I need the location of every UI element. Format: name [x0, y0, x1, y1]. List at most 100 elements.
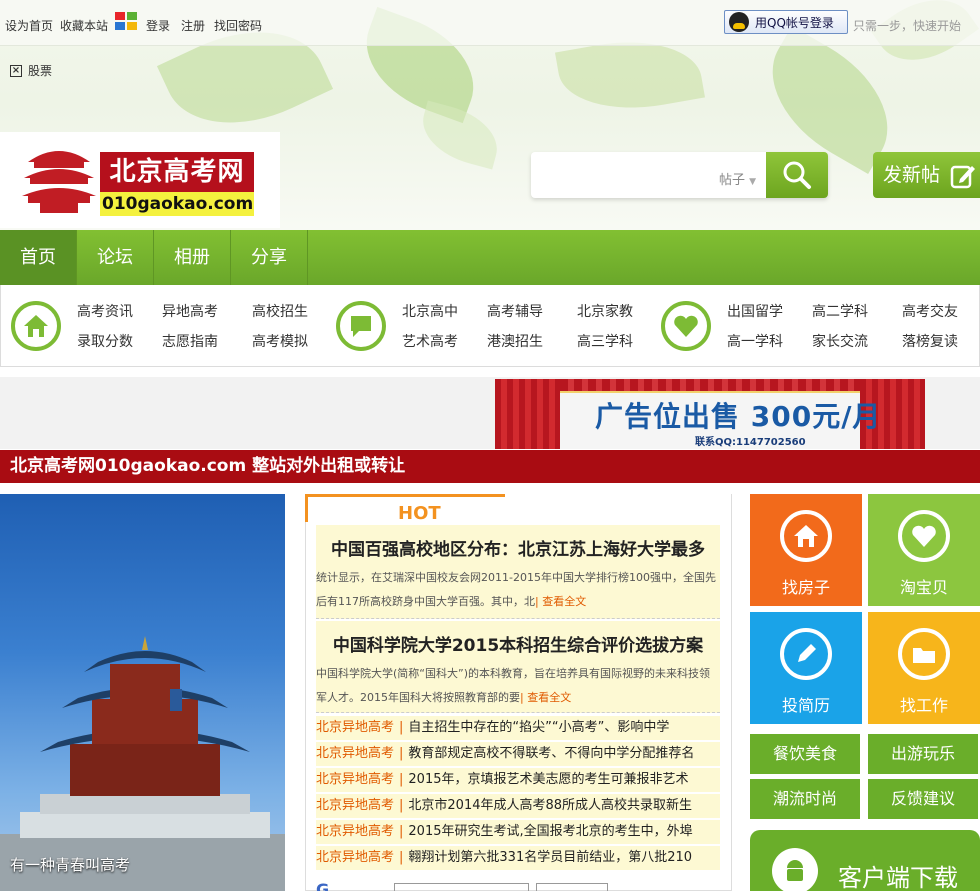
quick-link[interactable]: 高考交友: [902, 301, 958, 321]
nav-tab-share[interactable]: 分享: [231, 230, 308, 285]
recover-password-link[interactable]: 找回密码: [214, 17, 262, 34]
quick-link[interactable]: 北京高中: [402, 301, 458, 321]
logo-domain: 010gaokao.com: [100, 192, 254, 216]
set-home-link[interactable]: 设为首页: [5, 17, 53, 34]
site-logo[interactable]: 北京高考网 010gaokao.com: [0, 132, 280, 228]
news-title[interactable]: 翱翔计划第六批331名学员目前结业，第八批210: [408, 850, 692, 865]
android-icon: [772, 848, 818, 891]
tile-food[interactable]: 餐饮美食: [750, 734, 860, 774]
featured-title[interactable]: 中国科学院大学2015本科招生综合评价选拔方案: [316, 621, 720, 656]
tile-find-house[interactable]: 找房子: [750, 494, 862, 606]
register-link[interactable]: 注册: [181, 17, 205, 34]
quick-link[interactable]: 高考辅导: [487, 301, 543, 321]
home-icon: [11, 301, 61, 351]
featured-title[interactable]: 中国百强高校地区分布：北京江苏上海好大学最多: [316, 525, 720, 560]
tile-label: 投简历: [781, 696, 830, 715]
ad-banner[interactable]: 广告位出售 300元/月 联系QQ:1147702560: [495, 379, 925, 449]
client-download-button[interactable]: 客户端下载: [750, 830, 980, 891]
google-search-input[interactable]: [394, 883, 529, 891]
news-title[interactable]: 教育部规定高校不得联考、不得向中学分配推荐名: [408, 746, 694, 761]
quick-link[interactable]: 北京家教: [577, 301, 633, 321]
nav-tab-home[interactable]: 首页: [0, 230, 77, 285]
news-title[interactable]: 北京市2014年成人高考88所成人高校共录取新生: [408, 798, 692, 813]
search-type-select[interactable]: 帖子 ▼: [719, 169, 756, 188]
curtain-left: [495, 379, 560, 449]
news-item[interactable]: 北京异地高考 | 北京市2014年成人高考88所成人高校共录取新生: [316, 794, 720, 818]
news-category[interactable]: 北京异地高考: [316, 798, 394, 813]
search-icon: [783, 161, 811, 189]
quick-link[interactable]: 落榜复读: [902, 331, 958, 351]
stocks-toggle[interactable]: × 股票: [10, 62, 52, 79]
news-category[interactable]: 北京异地高考: [316, 850, 394, 865]
google-search-bar: G: [316, 880, 720, 891]
theme-switch-icon[interactable]: [115, 12, 137, 30]
qq-login-label: 用QQ帐号登录: [755, 15, 834, 30]
tile-submit-resume[interactable]: 投简历: [750, 612, 862, 724]
quick-link[interactable]: 出国留学: [727, 301, 783, 321]
chevron-down-icon: ▼: [749, 177, 757, 187]
news-item[interactable]: 北京异地高考 | 教育部规定高校不得联考、不得向中学分配推荐名: [316, 742, 720, 766]
quick-link[interactable]: 高二学科: [812, 301, 868, 321]
logo-name: 北京高考网: [100, 152, 254, 192]
news-title[interactable]: 2015年，京填报艺术美志愿的考生可兼报非艺术: [408, 772, 688, 787]
tile-travel[interactable]: 出游玩乐: [868, 734, 978, 774]
nav-tab-album[interactable]: 相册: [154, 230, 231, 285]
quick-link[interactable]: 异地高考: [162, 301, 218, 321]
new-post-label: 发新帖: [883, 164, 941, 186]
tile-find-job[interactable]: 找工作: [868, 612, 980, 724]
tile-fashion[interactable]: 潮流时尚: [750, 779, 860, 819]
news-item[interactable]: 北京异地高考 | 自主招生中存在的“掐尖”“小高考”、影响中学: [316, 716, 720, 740]
slideshow-photo[interactable]: 有一种青春叫高考: [0, 494, 285, 891]
bookmark-link[interactable]: 收藏本站: [60, 17, 108, 34]
google-logo-icon: G: [316, 880, 330, 891]
temple-photo: [0, 636, 285, 891]
tile-shopping[interactable]: 淘宝贝: [868, 494, 980, 606]
quick-link[interactable]: 艺术高考: [402, 331, 458, 351]
close-icon[interactable]: ×: [10, 64, 22, 77]
quick-link[interactable]: 录取分数: [77, 331, 133, 351]
qq-login-button[interactable]: 用QQ帐号登录: [724, 10, 848, 34]
quick-link[interactable]: 港澳招生: [487, 331, 543, 351]
quick-link[interactable]: 高三学科: [577, 331, 633, 351]
search-button[interactable]: [766, 152, 828, 198]
featured-article[interactable]: 中国百强高校地区分布：北京江苏上海好大学最多 统计显示，在艾瑞深中国校友会网20…: [316, 525, 720, 619]
news-item[interactable]: 北京异地高考 | 2015年研究生考试,全国报考北京的考生中，外埠: [316, 820, 720, 844]
news-title[interactable]: 自主招生中存在的“掐尖”“小高考”、影响中学: [408, 720, 669, 735]
tile-feedback[interactable]: 反馈建议: [868, 779, 978, 819]
ad-text: 广告位出售 300元/月: [595, 400, 882, 433]
tile-label: 找房子: [781, 578, 830, 597]
notice-banner[interactable]: 北京高考网010gaokao.com 整站对外出租或转让: [0, 450, 980, 483]
quick-link[interactable]: 志愿指南: [162, 331, 218, 351]
news-category[interactable]: 北京异地高考: [316, 772, 394, 787]
new-post-button[interactable]: 发新帖: [873, 152, 980, 198]
nav-tab-forum[interactable]: 论坛: [77, 230, 154, 285]
quick-link[interactable]: 高校招生: [252, 301, 308, 321]
chat-bubble-icon: [336, 301, 386, 351]
quick-link[interactable]: 高考资讯: [77, 301, 133, 321]
news-category[interactable]: 北京异地高考: [316, 720, 394, 735]
news-item[interactable]: 北京异地高考 | 翱翔计划第六批331名学员目前结业，第八批210: [316, 846, 720, 870]
tile-label: 找工作: [899, 696, 948, 715]
read-more-link[interactable]: | 查看全文: [535, 595, 586, 608]
search-type-label: 帖子: [719, 173, 746, 188]
heart-icon: [661, 301, 711, 351]
quick-link[interactable]: 家长交流: [812, 331, 868, 351]
quick-link[interactable]: 高考模拟: [252, 331, 308, 351]
folder-icon: [898, 628, 950, 680]
news-category[interactable]: 北京异地高考: [316, 824, 394, 839]
house-icon: [780, 510, 832, 562]
edit-icon: [950, 165, 975, 189]
quick-link[interactable]: 高一学科: [727, 331, 783, 351]
login-link[interactable]: 登录: [146, 17, 170, 34]
news-title[interactable]: 2015年研究生考试,全国报考北京的考生中，外埠: [408, 824, 692, 839]
photo-caption: 有一种青春叫高考: [10, 856, 131, 874]
read-more-link[interactable]: | 查看全文: [520, 691, 571, 704]
google-search-select[interactable]: [536, 883, 608, 891]
top-bar: 设为首页 收藏本站 登录 注册 找回密码 用QQ帐号登录 只需一步，快速开始: [0, 0, 980, 46]
featured-article[interactable]: 中国科学院大学2015本科招生综合评价选拔方案 中国科学院大学(简称“国科大”)…: [316, 621, 720, 713]
news-item[interactable]: 北京异地高考 | 2015年，京填报艺术美志愿的考生可兼报非艺术: [316, 768, 720, 792]
featured-summary: 统计显示，在艾瑞深中国校友会网2011-2015年中国大学排行榜100强中，全国…: [316, 571, 716, 608]
news-category[interactable]: 北京异地高考: [316, 746, 394, 761]
search-input[interactable]: [541, 162, 711, 188]
qq-penguin-icon: [729, 12, 749, 32]
